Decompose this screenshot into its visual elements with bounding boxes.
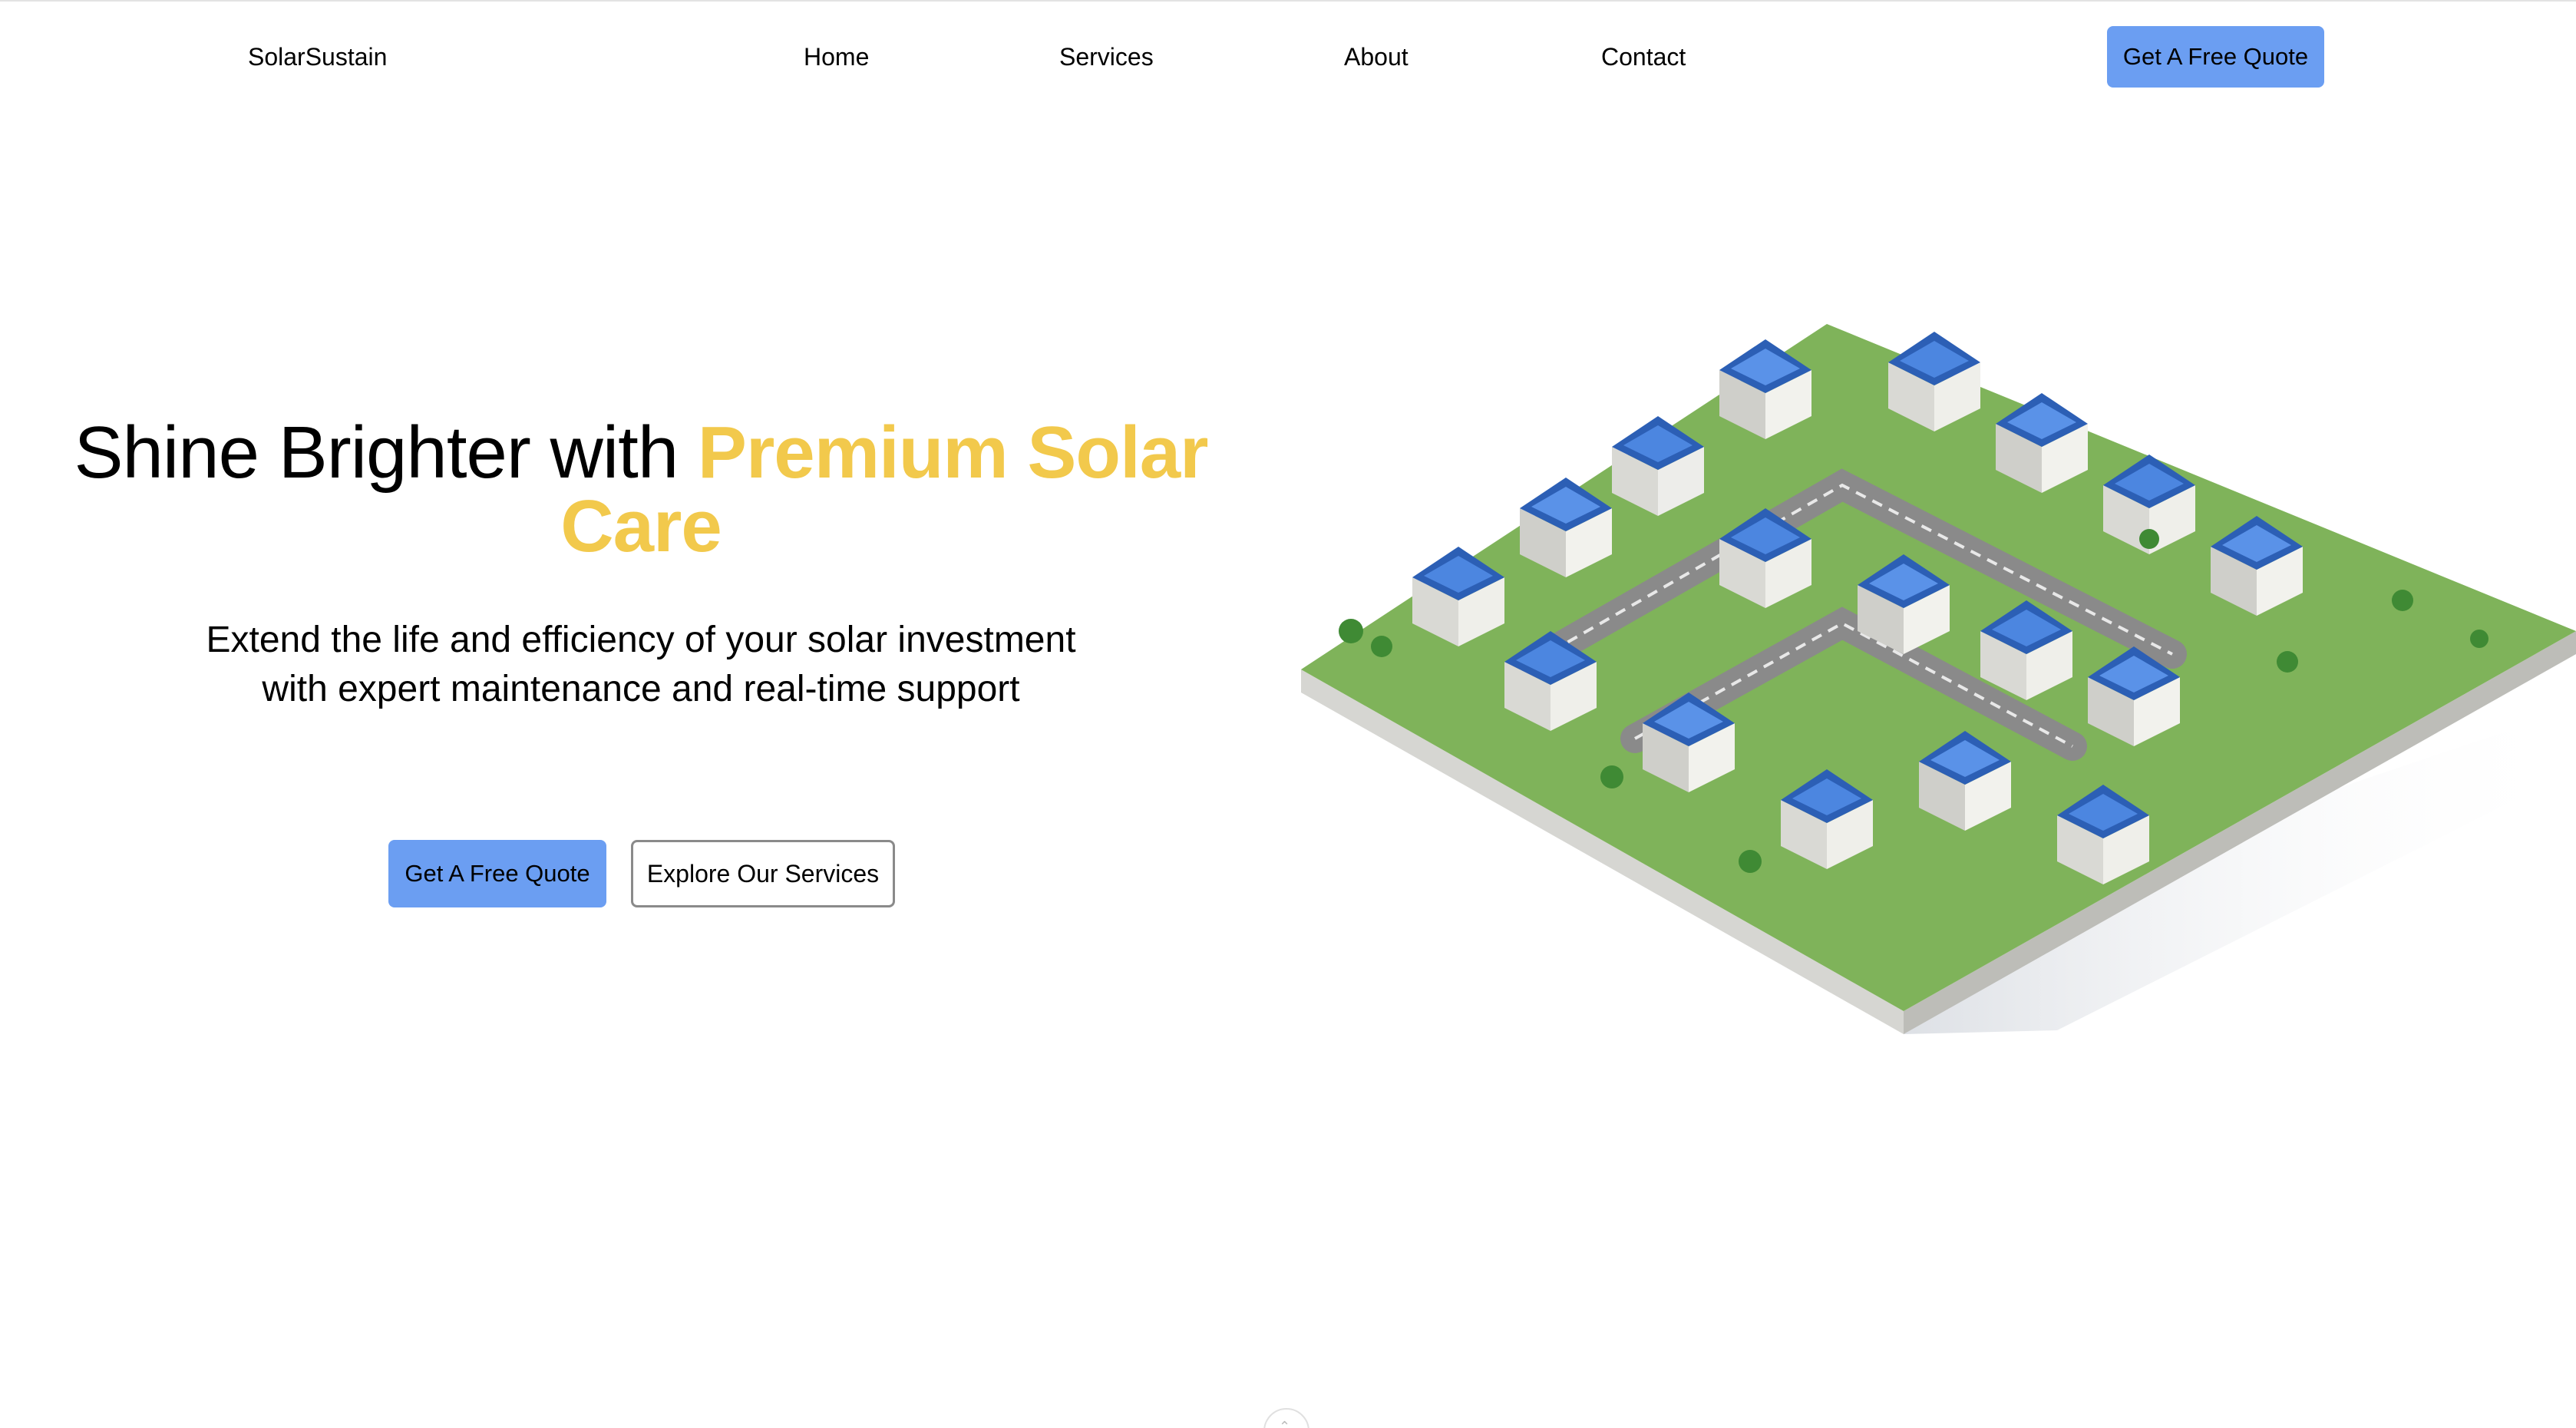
nav-get-quote-button[interactable]: Get A Free Quote: [2107, 26, 2324, 88]
solar-neighborhood-illustration: [1301, 324, 2576, 1034]
nav-link-services[interactable]: Services: [1059, 41, 1154, 72]
nav-link-contact[interactable]: Contact: [1601, 41, 1686, 72]
hero-title: Shine Brighter with Premium Solar Care: [61, 416, 1220, 564]
scroll-to-top-button[interactable]: ⌃: [1263, 1408, 1309, 1428]
nav-link-home[interactable]: Home: [804, 41, 869, 72]
nav-link-about[interactable]: About: [1344, 41, 1409, 72]
hero-subtitle-line2: with expert maintenance and real-time su…: [262, 669, 1020, 709]
hero-title-plain: Shine Brighter with: [74, 412, 698, 494]
explore-services-button[interactable]: Explore Our Services: [631, 840, 895, 907]
brand-logo[interactable]: SolarSustain: [248, 41, 387, 72]
chevron-up-icon: ⌃: [1279, 1419, 1291, 1428]
page: SolarSustain Home Services About Contact…: [0, 0, 2576, 1428]
hero-subtitle-line1: Extend the life and efficiency of your s…: [206, 620, 1076, 660]
hero-get-quote-button[interactable]: Get A Free Quote: [388, 840, 606, 907]
hero-subtitle: Extend the life and efficiency of your s…: [138, 616, 1144, 714]
